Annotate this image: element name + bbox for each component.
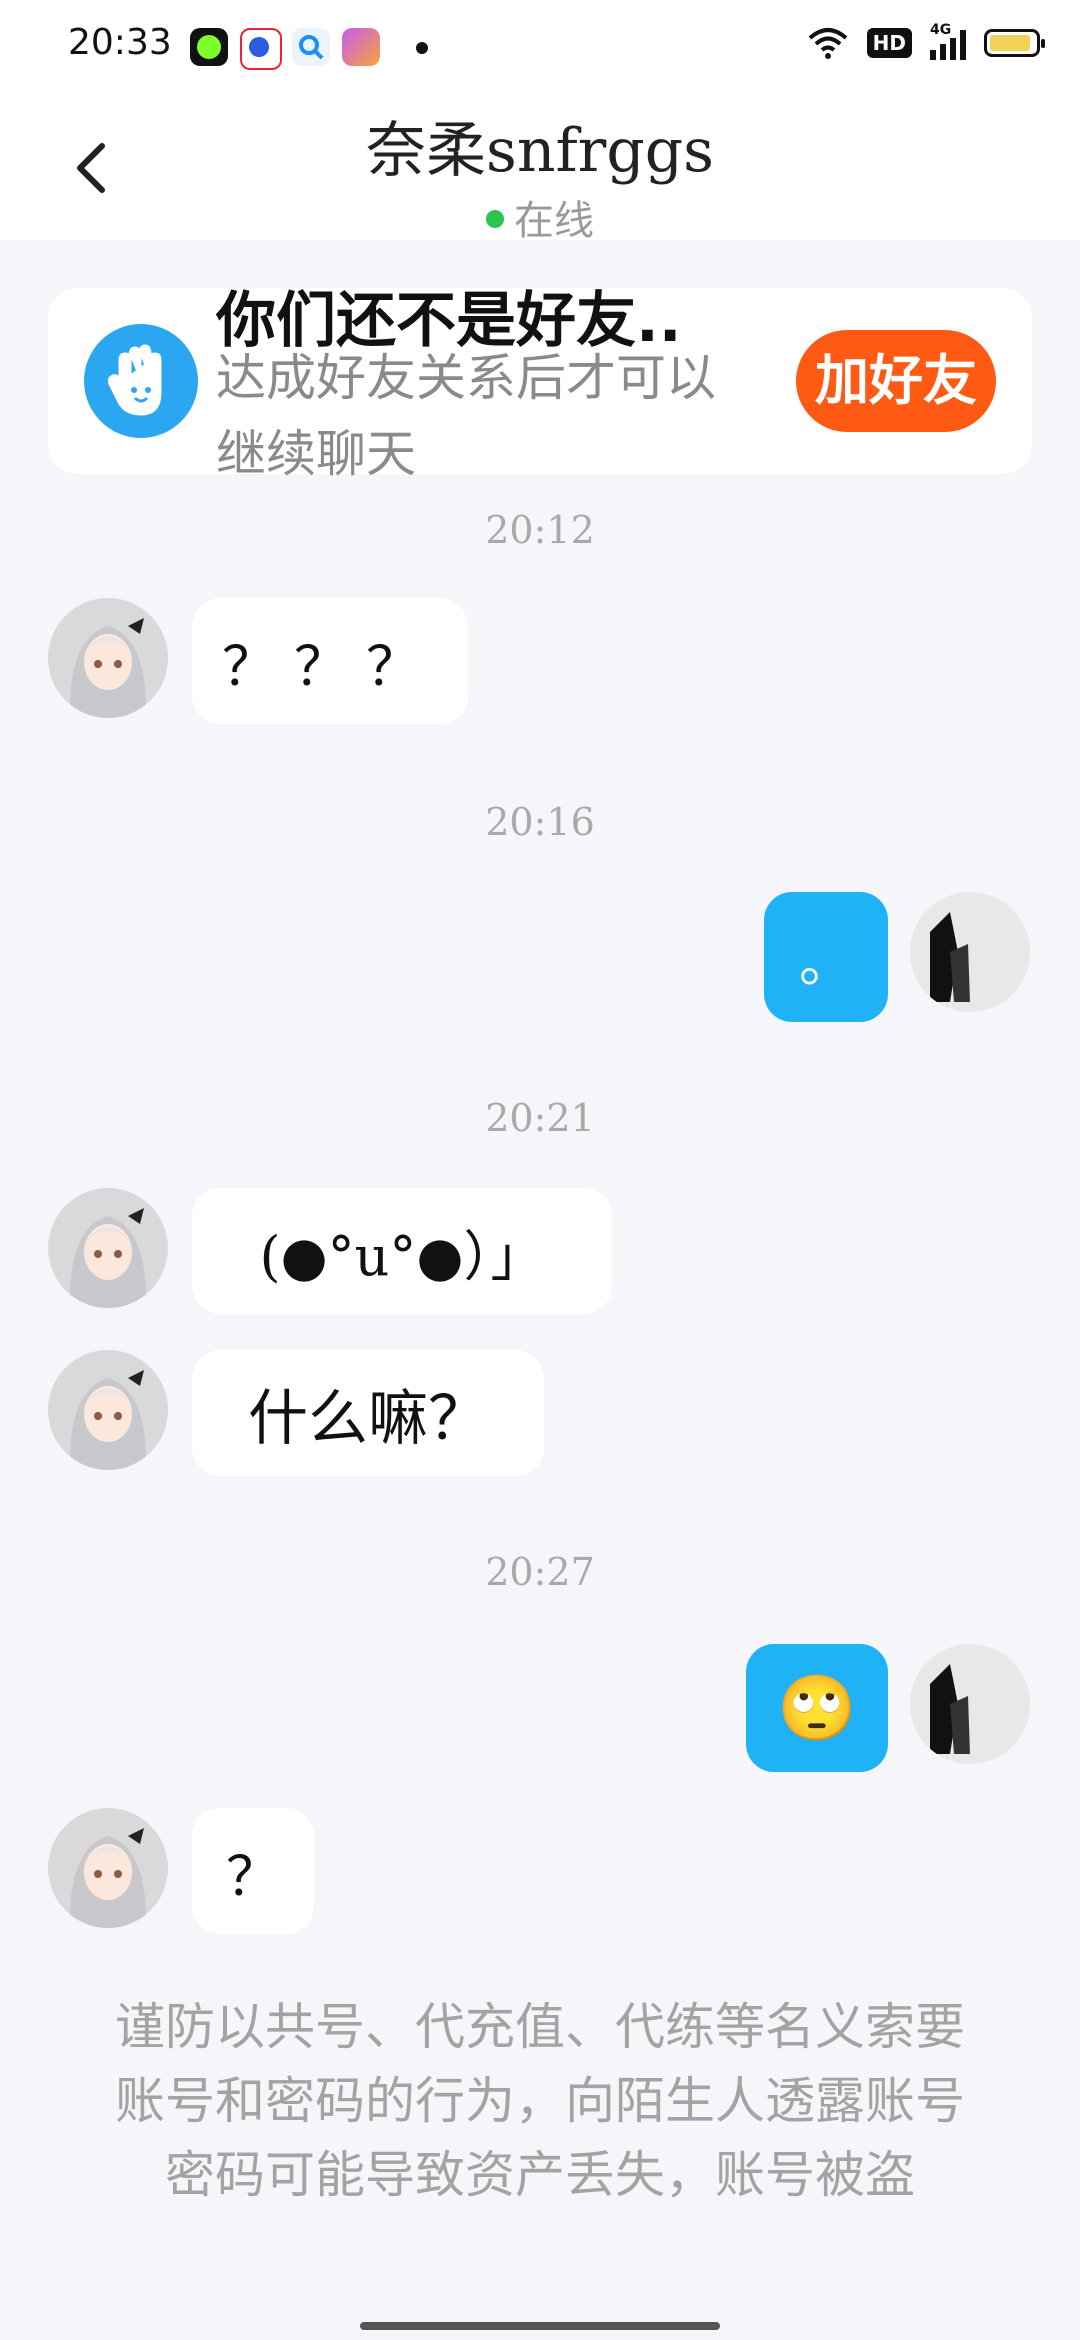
contact-avatar[interactable] bbox=[48, 1808, 168, 1928]
message-bubble[interactable]: ？ bbox=[192, 1808, 314, 1934]
notification-dot bbox=[416, 42, 428, 54]
chat-header: 奈柔snfrggs 在线 bbox=[0, 96, 1080, 244]
contact-name[interactable]: 奈柔snfrggs bbox=[0, 102, 1080, 189]
wifi-icon bbox=[808, 28, 847, 59]
online-status-label: 在线 bbox=[514, 198, 594, 244]
message-bubble[interactable]: ？？？ bbox=[192, 598, 468, 724]
my-avatar[interactable] bbox=[910, 1644, 1030, 1764]
banner-subtitle: 达成好友关系后才可以继续聊天 bbox=[216, 349, 716, 483]
contact-avatar[interactable] bbox=[48, 1350, 168, 1470]
battery-icon bbox=[984, 29, 1045, 57]
my-avatar[interactable] bbox=[910, 892, 1030, 1012]
online-dot-icon bbox=[486, 210, 504, 228]
not-friend-banner: 你们还不是好友.. 达成好友关系后才可以继续聊天 加好友 bbox=[48, 286, 1032, 483]
status-time: 20:33 bbox=[68, 22, 172, 63]
timestamp: 20:16 bbox=[485, 800, 595, 844]
timestamp: 20:27 bbox=[485, 1550, 595, 1594]
signal-icon: 4G bbox=[930, 22, 966, 60]
app-icon-game bbox=[342, 28, 380, 66]
app-icon-green bbox=[190, 28, 228, 66]
timestamp: 20:21 bbox=[485, 1096, 595, 1140]
app-icon-baidu bbox=[240, 28, 282, 70]
message-bubble-mine[interactable]: 。 bbox=[764, 892, 888, 1022]
online-status: 在线 bbox=[0, 188, 1080, 246]
app-icon-search bbox=[292, 28, 330, 66]
message-bubble[interactable]: 什么嘛？ bbox=[192, 1350, 544, 1476]
wave-hand-icon bbox=[84, 324, 198, 438]
contact-avatar[interactable] bbox=[48, 598, 168, 718]
home-indicator[interactable] bbox=[360, 2322, 720, 2330]
contact-avatar[interactable] bbox=[48, 1188, 168, 1308]
hd-icon: HD bbox=[866, 28, 912, 58]
message-bubble[interactable]: (●°u°●）」 bbox=[192, 1188, 612, 1314]
security-notice: 谨防以共号、代充值、代练等名义索要账号和密码的行为，向陌生人透露账号密码可能导致… bbox=[115, 1998, 965, 2204]
add-friend-button[interactable]: 加好友 bbox=[796, 330, 996, 432]
message-bubble-mine[interactable]: 🙄 bbox=[746, 1644, 888, 1772]
status-icons: HD 4G bbox=[807, 22, 1045, 60]
timestamp: 20:12 bbox=[485, 508, 595, 552]
status-bar: 20:33 HD 4G bbox=[0, 0, 1080, 96]
